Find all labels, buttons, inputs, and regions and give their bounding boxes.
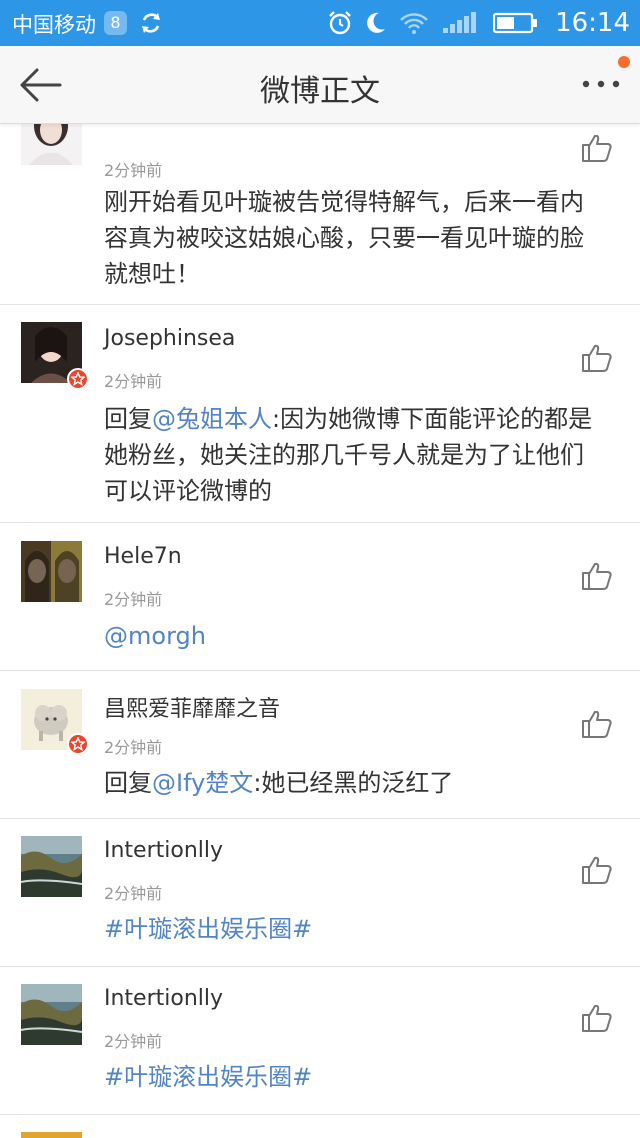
- comment-text: 回复@兔姐本人:因为她微博下面能评论的都是她粉丝，她关注的那几千号人就是为了让他…: [104, 401, 594, 509]
- username[interactable]: Intertionlly: [104, 838, 223, 863]
- mention-link[interactable]: @兔姐本人: [152, 405, 272, 433]
- comment-list[interactable]: 2分钟前 刚开始看见叶璇被告觉得特解气，后来一看内容真为被咬这姑娘心酸，只要一看…: [0, 124, 640, 1138]
- comment-item: 昌熙爱菲靡靡之音 2分钟前 回复@Ify楚文:她已经黑的泛红了: [0, 671, 640, 819]
- username[interactable]: Intertionlly: [104, 986, 223, 1011]
- comment-item: Intertionlly 2分钟前 #叶璇滚出娱乐圈#: [0, 967, 640, 1115]
- reply-text: :她已经黑的泛红了: [253, 769, 454, 797]
- thumbs-up-icon[interactable]: [581, 343, 613, 373]
- battery-icon: [493, 12, 538, 34]
- comment-text: #叶璇滚出娱乐圈#: [104, 1059, 594, 1095]
- avatar[interactable]: [21, 984, 82, 1045]
- thumbs-up-icon[interactable]: [581, 709, 613, 739]
- timestamp: 2分钟前: [104, 372, 163, 391]
- carrier-label: 中国移动: [12, 13, 96, 37]
- timestamp: 2分钟前: [104, 884, 163, 903]
- thumbs-up-icon[interactable]: [581, 855, 613, 885]
- thumbs-up-icon[interactable]: [581, 561, 613, 591]
- wifi-icon: [400, 13, 428, 34]
- timestamp: 2分钟前: [104, 1032, 163, 1051]
- topic-link[interactable]: #叶璇滚出娱乐圈#: [104, 1063, 312, 1091]
- star-badge-icon: [71, 372, 85, 386]
- signal-icon: [443, 12, 477, 33]
- sim-badge: 8: [104, 11, 127, 35]
- username[interactable]: 昌熙爱菲靡靡之音: [104, 691, 280, 723]
- reply-prefix: 回复: [104, 405, 152, 433]
- comment-text: 回复@Ify楚文:她已经黑的泛红了: [104, 765, 594, 801]
- verified-badge: [67, 733, 89, 755]
- sync-icon: [142, 13, 160, 33]
- title-bar: 微博正文: [0, 46, 640, 124]
- verified-badge: [67, 368, 89, 390]
- clock: 16:14: [555, 8, 630, 38]
- timestamp: 2分钟前: [104, 590, 163, 609]
- username[interactable]: Josephinsea: [104, 326, 235, 351]
- avatar[interactable]: [21, 836, 82, 897]
- timestamp: 2分钟前: [104, 738, 163, 757]
- comment-text: #叶璇滚出娱乐圈#: [104, 911, 594, 947]
- star-badge-icon: [71, 737, 85, 751]
- moon-icon: [367, 12, 386, 33]
- notification-dot: [618, 56, 630, 68]
- topic-link[interactable]: #叶璇滚出娱乐圈#: [104, 915, 312, 943]
- comment-text: @morgh: [104, 618, 594, 654]
- username[interactable]: Hele7n: [104, 544, 182, 569]
- thumbs-up-icon[interactable]: [581, 1003, 613, 1033]
- mention-link[interactable]: @morgh: [104, 622, 206, 650]
- reply-prefix: 回复: [104, 769, 152, 797]
- comment-item: 2分钟前 刚开始看见叶璇被告觉得特解气，后来一看内容真为被咬这姑娘心酸，只要一看…: [0, 124, 640, 305]
- comment-item: Intertionlly 2分钟前 #叶璇滚出娱乐圈#: [0, 819, 640, 967]
- more-dots-icon[interactable]: [580, 72, 622, 96]
- avatar[interactable]: [21, 1132, 82, 1138]
- avatar[interactable]: [21, 124, 82, 165]
- page-title: 微博正文: [260, 74, 380, 109]
- comment-text: 刚开始看见叶璇被告觉得特解气，后来一看内容真为被咬这姑娘心酸，只要一看见叶璇的脸…: [104, 188, 584, 288]
- mention-link[interactable]: @Ify楚文: [152, 769, 253, 797]
- thumbs-up-icon[interactable]: [581, 133, 613, 163]
- timestamp: 2分钟前: [104, 161, 163, 180]
- comment-item: Josephinsea 2分钟前 回复@兔姐本人:因为她微博下面能评论的都是她粉…: [0, 305, 640, 523]
- avatar[interactable]: [21, 541, 82, 602]
- status-bar: 中国移动 8 16:14: [0, 0, 640, 46]
- comment-item: Hele7n 2分钟前 @morgh: [0, 523, 640, 671]
- comment-item: [0, 1115, 640, 1138]
- alarm-clock-icon: [329, 11, 351, 35]
